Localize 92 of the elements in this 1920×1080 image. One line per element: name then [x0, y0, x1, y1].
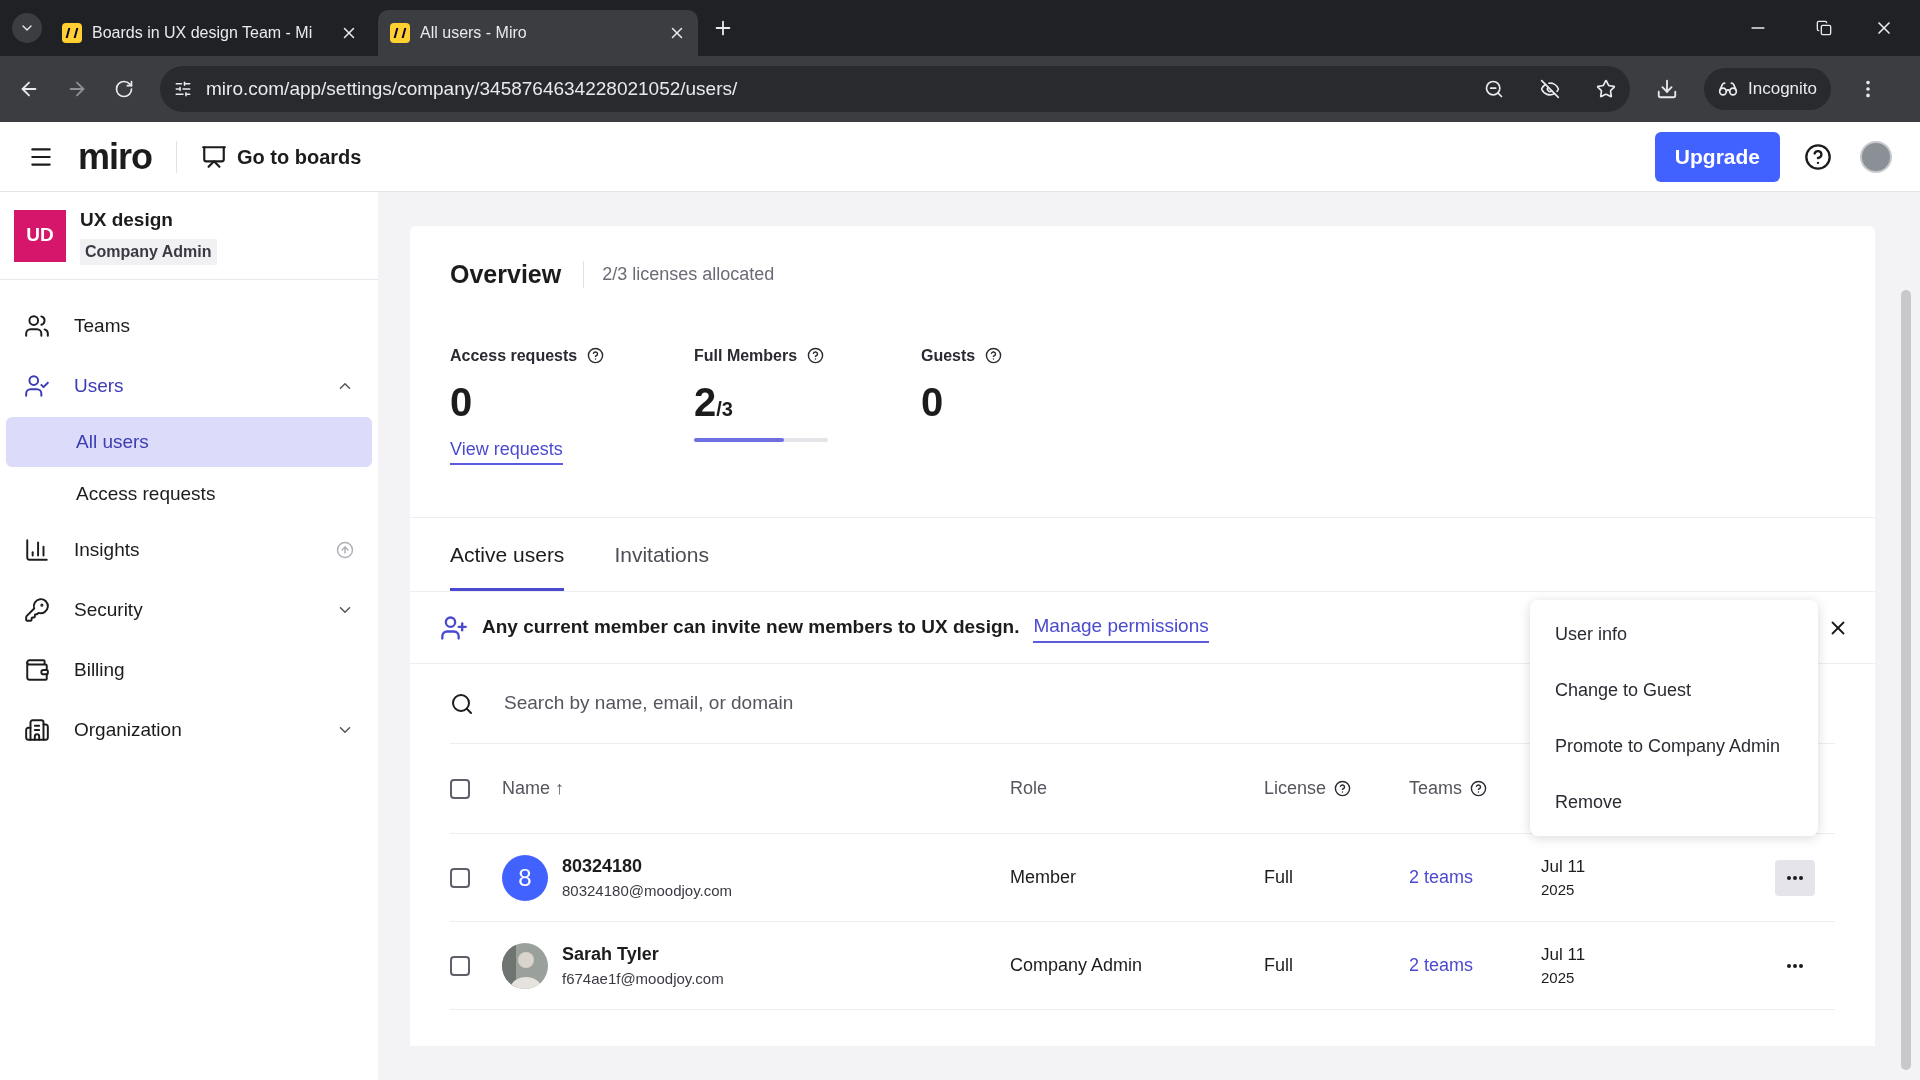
checkbox[interactable] [450, 778, 470, 799]
bookmark-icon[interactable] [1596, 79, 1616, 99]
sidebar-item[interactable]: Security [6, 585, 372, 635]
column-header[interactable]: Teams [1409, 775, 1462, 802]
sidebar-item[interactable]: Billing [6, 645, 372, 695]
sidebar-item[interactable]: Users [6, 361, 372, 411]
more-icon [1787, 875, 1803, 880]
sidebar-item[interactable]: Teams [6, 301, 372, 351]
help-icon[interactable] [985, 347, 1003, 364]
license-cell-text: Full [1264, 866, 1294, 889]
bar-chart-icon [24, 537, 50, 563]
incognito-button[interactable]: Incognito [1704, 68, 1831, 110]
manage-permissions-link[interactable]: Manage permissions [1033, 612, 1209, 643]
date-cell-text: Jul 11 [1541, 855, 1587, 878]
org-name: UX design [80, 208, 173, 233]
upgrade-button[interactable]: Upgrade [1654, 131, 1780, 182]
menu-item[interactable]: Promote to Company Admin [1530, 718, 1818, 774]
browser-tab[interactable]: All users - Miro [378, 10, 698, 56]
checkbox[interactable] [450, 955, 470, 976]
column-header[interactable]: Name ↑ [502, 775, 564, 802]
sidebar-item[interactable]: Insights [6, 525, 372, 575]
zoom-icon[interactable] [1484, 79, 1504, 99]
view-requests-link[interactable]: View requests [450, 435, 563, 465]
menu-item[interactable]: User info [1530, 606, 1818, 662]
role-cell-text: Member [1010, 866, 1077, 889]
more-icon [1787, 963, 1803, 968]
stat-value: 0 [921, 381, 945, 422]
user-email: f674ae1f@moodjoy.com [562, 968, 724, 989]
stat-label: Guests [921, 345, 976, 366]
column-header[interactable]: License [1264, 775, 1327, 802]
stat-value: 0 [450, 381, 474, 422]
stat-label: Full Members [694, 345, 798, 366]
go-to-boards-button[interactable]: Go to boards [201, 141, 362, 172]
board-icon [201, 143, 227, 170]
tab-list-button[interactable] [12, 13, 42, 43]
role-cell-text: Company Admin [1010, 954, 1144, 977]
tab-title: Boards in UX design Team - Mi [92, 23, 314, 43]
sidebar-item[interactable]: Organization [6, 705, 372, 755]
year-cell-text: 2025 [1541, 968, 1576, 988]
wallet-icon [24, 657, 50, 683]
tab[interactable]: Active users [450, 538, 565, 591]
board-icon [390, 23, 410, 43]
incognito-icon [1718, 79, 1738, 99]
checkbox[interactable] [450, 867, 470, 888]
tab[interactable]: Invitations [614, 538, 709, 591]
address-bar[interactable]: miro.com/app/settings/company/3458764634228021052/users/ [160, 66, 1630, 112]
site-settings-icon[interactable] [174, 80, 192, 98]
menu-item[interactable]: Remove [1530, 774, 1818, 830]
scrollbar[interactable] [1901, 290, 1911, 1070]
building-icon [24, 717, 50, 743]
column-header[interactable]: Role [1010, 775, 1048, 802]
avatar[interactable] [1860, 140, 1892, 173]
user-email: 80324180@moodjoy.com [562, 880, 733, 901]
user-avatar: 8 [502, 854, 548, 901]
year-cell-text: 2025 [1541, 880, 1576, 900]
more-button[interactable] [1775, 859, 1815, 896]
key-icon [24, 597, 50, 623]
help-icon[interactable] [1470, 780, 1487, 797]
menu-item[interactable]: Change to Guest [1530, 662, 1818, 718]
people-icon [24, 313, 50, 339]
search-icon [450, 691, 474, 716]
board-icon [62, 23, 82, 43]
stat-value: 2/3 [694, 381, 734, 422]
eye-off-icon[interactable] [1540, 79, 1560, 99]
date-cell-text: Jul 11 [1541, 943, 1587, 966]
invite-notice: Any current member can invite new members to UX design. [482, 615, 1020, 640]
stat-label: Access requests [450, 345, 578, 366]
user-name: Sarah Tyler [562, 942, 660, 966]
overview-title: Overview [450, 259, 562, 290]
tab-title: All users - Miro [420, 23, 528, 43]
invite-user-icon [440, 613, 468, 642]
logo[interactable]: miro [78, 138, 152, 175]
help-icon[interactable] [1334, 780, 1352, 797]
license-cell-text: Full [1264, 954, 1294, 977]
help-icon[interactable] [587, 347, 605, 364]
org-avatar: UD [14, 209, 66, 262]
upgrade-icon [336, 541, 354, 559]
role-badge: Company Admin [80, 238, 217, 265]
browser-tab[interactable]: Boards in UX design Team - Mi [50, 10, 370, 56]
restore-icon[interactable] [1816, 20, 1832, 36]
sidebar-subitem[interactable]: Access requests [6, 469, 372, 519]
reload-icon[interactable] [114, 79, 134, 99]
url-text: miro.com/app/settings/company/3458764634228021052/users/ [206, 76, 739, 101]
help-icon[interactable] [1804, 142, 1832, 171]
user-check-icon [24, 373, 50, 399]
teams-link[interactable]: 2 teams [1409, 864, 1541, 891]
help-icon[interactable] [807, 347, 825, 364]
teams-link[interactable]: 2 teams [1409, 952, 1541, 979]
user-name: 80324180 [562, 854, 644, 878]
licenses-allocated: 2/3 licenses allocated [583, 261, 775, 289]
sidebar-subitem[interactable]: All users [6, 417, 372, 467]
download-icon[interactable] [1656, 78, 1678, 100]
